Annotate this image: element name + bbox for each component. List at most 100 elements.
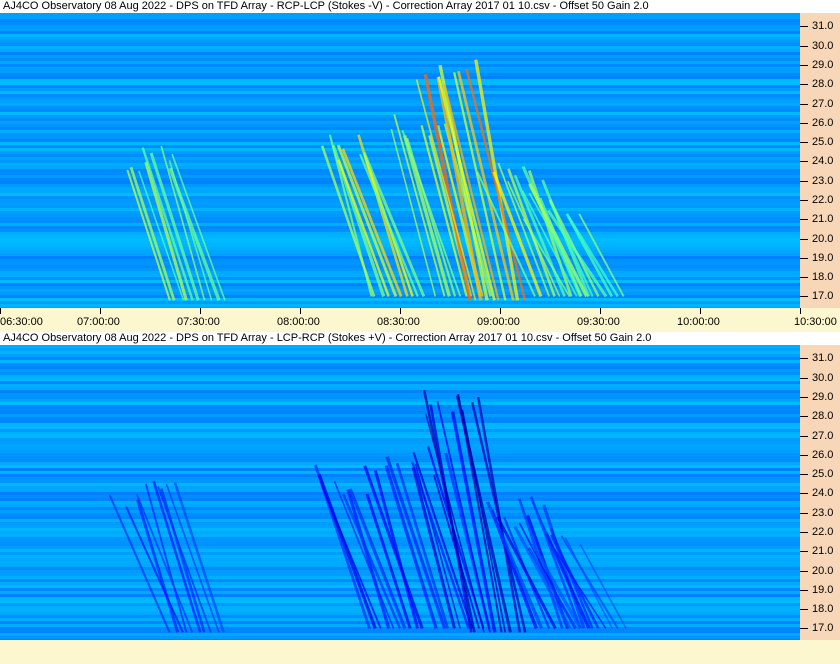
background-band [0, 465, 800, 468]
background-band [0, 429, 800, 432]
background-band [0, 82, 800, 85]
background-band [0, 172, 800, 175]
background-band [0, 435, 800, 438]
background-band [0, 390, 800, 393]
ytick-mark [800, 474, 808, 475]
background-band [0, 28, 800, 31]
background-band [0, 552, 800, 555]
background-band [0, 124, 800, 127]
ytick-label: 17.0 [812, 622, 834, 634]
ytick-mark [800, 142, 808, 143]
background-band [0, 438, 800, 441]
background-band [0, 106, 800, 109]
background-band [0, 220, 800, 223]
background-band [0, 414, 800, 417]
background-band [0, 199, 800, 202]
background-band [0, 25, 800, 28]
xtick-mark [0, 308, 1, 314]
background-band [0, 462, 800, 465]
background-band [0, 399, 800, 402]
xtick-mark [300, 308, 301, 314]
ytick-mark [800, 436, 808, 437]
background-band [0, 345, 800, 348]
background-band [0, 348, 800, 351]
background-band [0, 408, 800, 411]
background-band [0, 244, 800, 247]
background-band [0, 447, 800, 450]
background-band [0, 354, 800, 357]
ytick-mark [800, 551, 808, 552]
background-band [0, 79, 800, 82]
background-band [0, 154, 800, 157]
spectrogram-plot [0, 13, 800, 308]
ytick-mark [800, 532, 808, 533]
ytick-label: 28.0 [812, 410, 834, 422]
background-band [0, 579, 800, 582]
xtick-label: 10:30:00 [794, 316, 837, 328]
background-band [0, 459, 800, 462]
background-band [0, 190, 800, 193]
ytick-label: 18.0 [812, 271, 834, 283]
background-band [0, 480, 800, 483]
background-band [0, 372, 800, 375]
background-band [0, 151, 800, 154]
background-band [0, 417, 800, 420]
ytick-mark [800, 26, 808, 27]
background-band [0, 64, 800, 67]
background-band [0, 184, 800, 187]
background-band [0, 265, 800, 268]
ytick-label: 22.0 [812, 526, 834, 538]
background-band [0, 85, 800, 88]
ytick-label: 26.0 [812, 449, 834, 461]
background-band [0, 40, 800, 43]
background-band [0, 193, 800, 196]
background-band [0, 483, 800, 486]
background-band [0, 217, 800, 220]
ytick-label: 27.0 [812, 98, 834, 110]
background-band [0, 88, 800, 91]
xtick-label: 09:00:00 [477, 316, 520, 328]
background-band [0, 304, 800, 307]
ytick-label: 30.0 [812, 372, 834, 384]
background-band [0, 606, 800, 609]
background-band [0, 52, 800, 55]
background-band [0, 432, 800, 435]
background-band [0, 441, 800, 444]
ytick-mark [800, 358, 808, 359]
background-band [0, 181, 800, 184]
spectrogram-panel-lcp-rcp: AJ4CO Observatory 08 Aug 2022 - DPS on T… [0, 332, 840, 664]
background-band [0, 67, 800, 70]
background-band [0, 178, 800, 181]
ytick-mark [800, 200, 808, 201]
background-band [0, 58, 800, 61]
background-band [0, 426, 800, 429]
ytick-label: 21.0 [812, 213, 834, 225]
background-band [0, 360, 800, 363]
background-band [0, 585, 800, 588]
background-band [0, 396, 800, 399]
ytick-label: 31.0 [812, 352, 834, 364]
background-band [0, 444, 800, 447]
background-band [0, 357, 800, 360]
ytick-label: 30.0 [812, 40, 834, 52]
ytick-label: 25.0 [812, 136, 834, 148]
background-band [0, 540, 800, 543]
background-band [0, 247, 800, 250]
background-band [0, 187, 800, 190]
ytick-label: 24.0 [812, 487, 834, 499]
background-band [0, 61, 800, 64]
background-band [0, 37, 800, 40]
background-band [0, 127, 800, 130]
ytick-label: 18.0 [812, 603, 834, 615]
background-band [0, 229, 800, 232]
background-band [0, 384, 800, 387]
background-band [0, 301, 800, 304]
chart-title: AJ4CO Observatory 08 Aug 2022 - DPS on T… [0, 332, 840, 345]
ytick-label: 19.0 [812, 584, 834, 596]
background-band [0, 139, 800, 142]
spectrogram-svg [0, 13, 800, 308]
ytick-mark [800, 609, 808, 610]
background-band [0, 570, 800, 573]
background-band [0, 588, 800, 591]
xtick-label: 06:30:00 [0, 316, 43, 328]
